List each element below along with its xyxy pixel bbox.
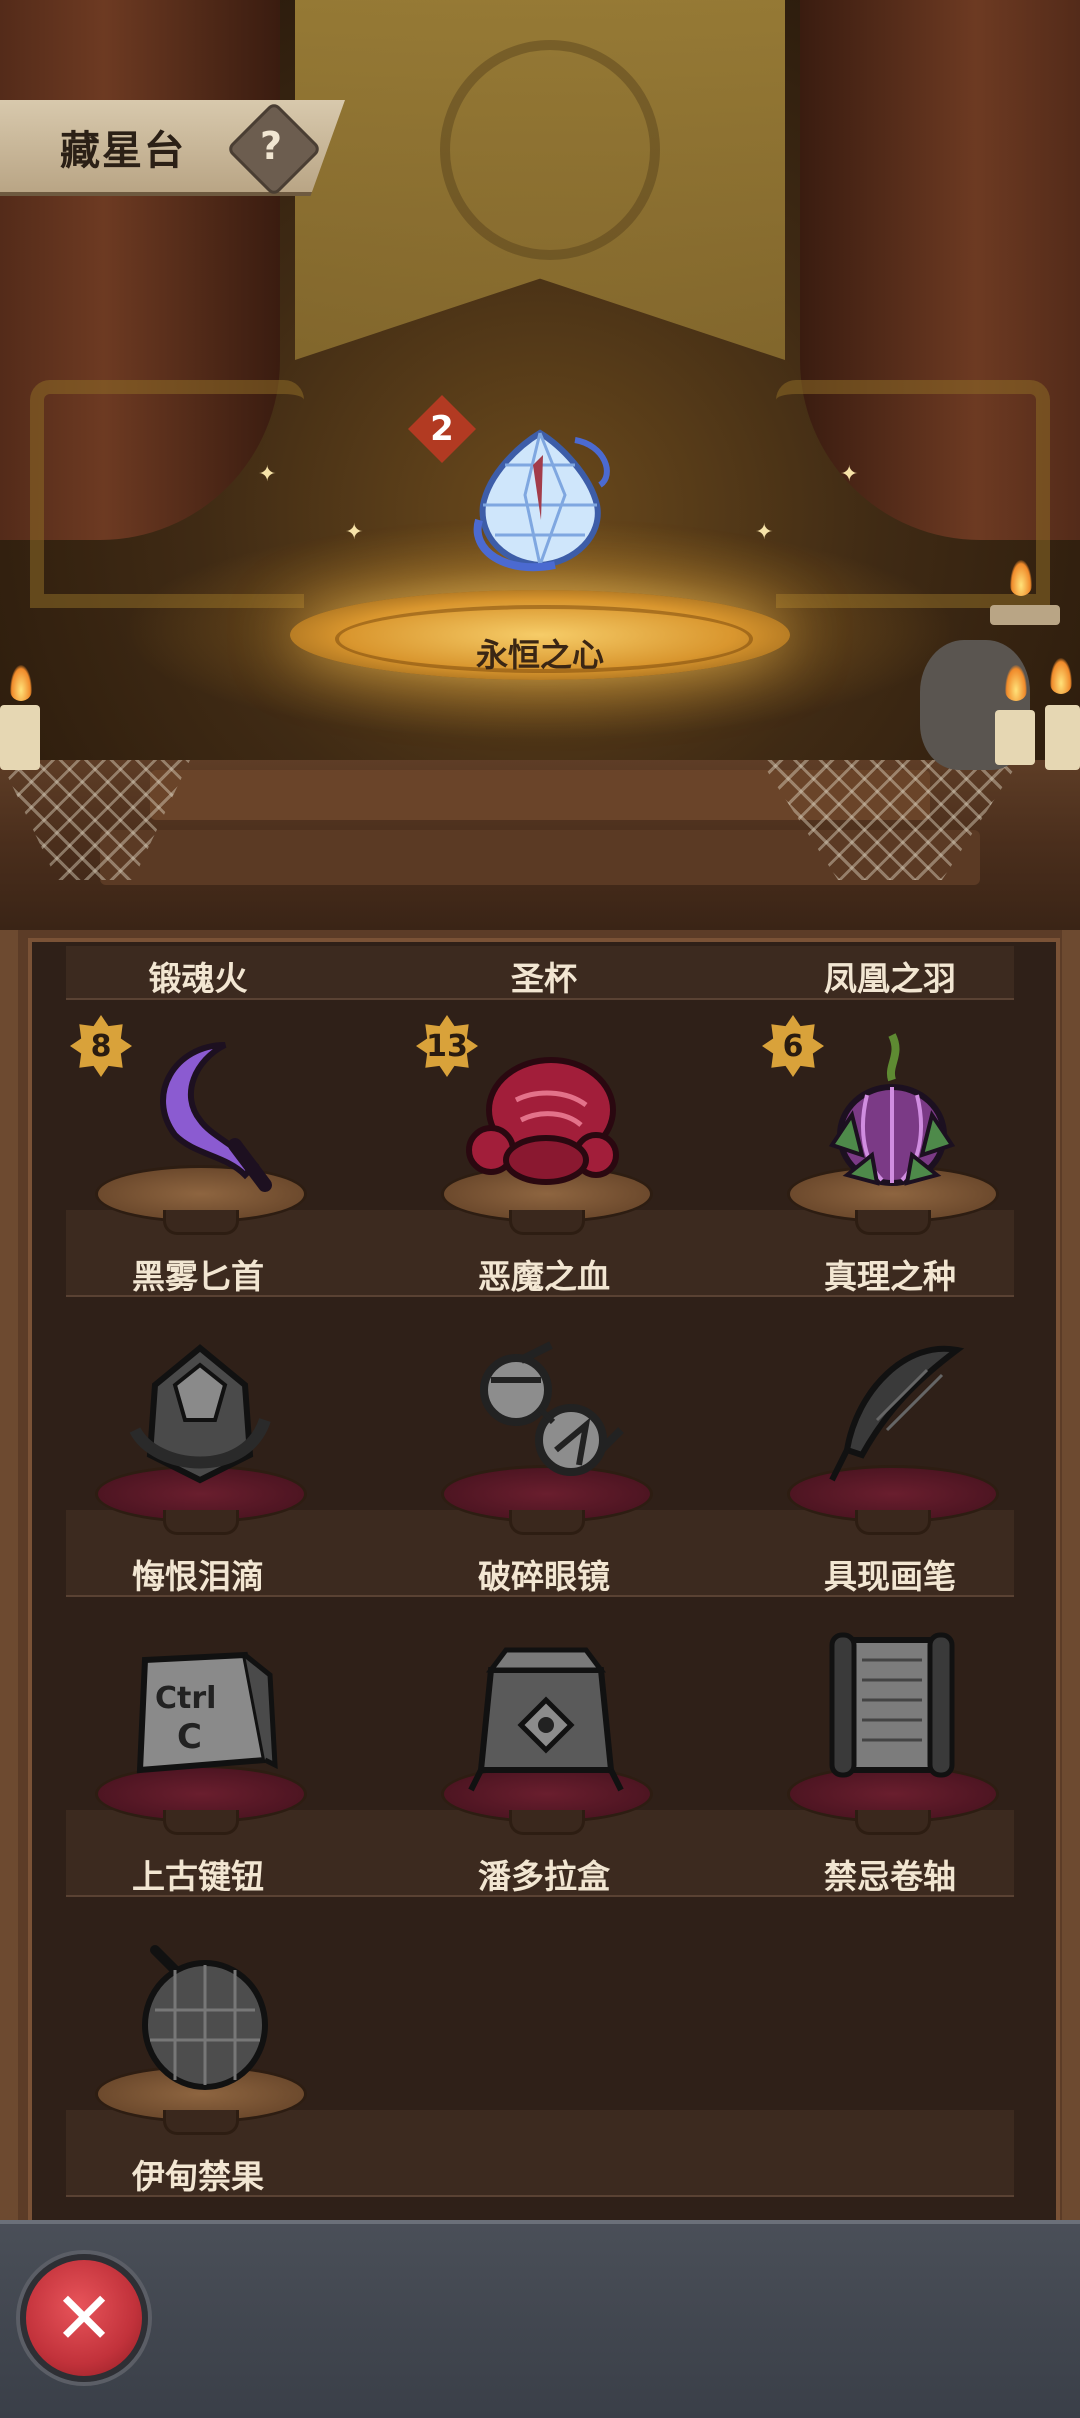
page-title: 藏星台 [60,128,186,174]
dish-stem [509,1810,585,1835]
item-level: 8 [90,1028,112,1064]
item-level: 6 [782,1028,804,1064]
pandora-box-icon[interactable] [461,1630,631,1800]
candle-holder [990,605,1060,625]
keycap-icon[interactable]: Ctrl C [115,1630,285,1800]
item-label: 黑雾匕首 [132,1257,264,1296]
blood-blob-icon[interactable] [461,1030,631,1200]
sparkle-icon: ✦ [840,462,859,487]
candle-icon [0,705,40,770]
keycap-label: Ctrl [155,1681,216,1716]
item-label: 潘多拉盒 [478,1857,610,1896]
dish-stem [855,1210,931,1235]
item-label: 上古键钮 [132,1857,264,1896]
scroll-icon[interactable] [807,1620,977,1790]
dish-stem [855,1810,931,1835]
frame-edge-left [0,930,18,2220]
quill-brush-icon[interactable] [807,1330,977,1500]
sparkle-icon: ✦ [755,520,774,545]
item-label: 恶魔之血 [478,1257,610,1296]
frame-edge-right [1062,930,1080,2220]
forbidden-fruit-icon[interactable] [115,1930,285,2100]
close-icon[interactable]: ✕ [20,2254,148,2382]
question-mark-icon[interactable]: ? [240,115,302,177]
dish-stem [163,1810,239,1835]
item-label: 真理之种 [824,1257,956,1296]
dish-stem [509,1510,585,1535]
candle-icon [1045,705,1080,770]
candle-icon [995,710,1035,765]
broken-glasses-icon[interactable] [461,1330,631,1500]
crystal-heart-icon[interactable] [465,425,615,575]
item-level: 13 [426,1028,468,1064]
flame-icon [1050,658,1072,694]
item-label: 具现画笔 [824,1557,956,1596]
flame-icon [10,665,32,701]
item-label: 圣杯 [511,959,577,998]
dish-stem [855,1510,931,1535]
item-label: 破碎眼镜 [478,1557,610,1596]
seed-bulb-icon[interactable] [807,1025,977,1195]
featured-level: 2 [430,409,454,449]
teardrop-gem-icon[interactable] [115,1330,285,1500]
dish-stem [509,1210,585,1235]
item-label: 锻魂火 [148,959,248,998]
dish-stem [163,1210,239,1235]
sparkle-icon: ✦ [345,520,364,545]
dish-stem [163,2110,239,2135]
item-label: 悔恨泪滴 [132,1557,264,1596]
banner-emblem [440,40,660,260]
dish-stem [163,1510,239,1535]
featured-item-name: 永恒之心 [475,636,604,674]
item-label: 凤凰之羽 [824,959,956,998]
bottom-bar [0,2220,1080,2418]
keycap-label: C [177,1717,202,1757]
sparkle-icon: ✦ [258,462,277,487]
item-label: 伊甸禁果 [132,2157,264,2196]
item-label: 禁忌卷轴 [824,1857,956,1896]
dagger-icon[interactable] [115,1025,285,1195]
